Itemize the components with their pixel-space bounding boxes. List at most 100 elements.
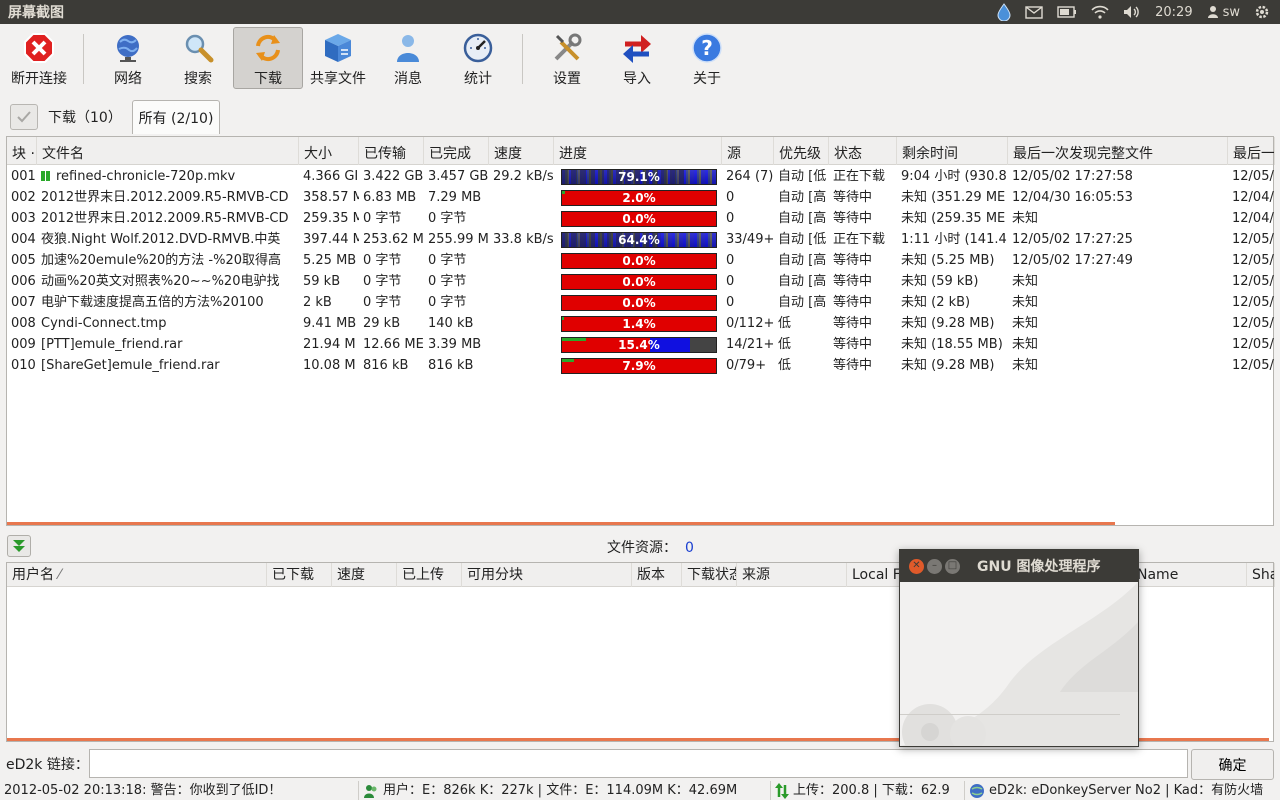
tools-icon <box>550 31 584 65</box>
minimize-icon[interactable]: – <box>927 558 942 574</box>
downloads-table: 块 · 文件名 大小 已传输 已完成 速度 进度源优先级 状态 剩余时间 最后一次发现完整文件 最后… <box>6 136 1275 526</box>
top-panel: 屏幕截图 20:29 sw <box>0 0 1280 24</box>
gimp-splash <box>900 582 1138 746</box>
progress-bar: 0.0% <box>561 295 717 311</box>
settings-button[interactable]: 设置 <box>532 27 602 89</box>
col-username-header[interactable]: 用户名 ⁄ <box>7 563 267 587</box>
remaining-cell: 未知 (5.25 MB) <box>901 253 995 268</box>
disconnect-button[interactable]: 断开连接 <box>4 27 74 89</box>
col-filename-header[interactable]: 文件名 <box>37 137 299 165</box>
remaining-cell: 1:11 小时 (141.4 <box>901 232 1007 247</box>
gauge-icon <box>461 31 495 65</box>
search-button[interactable]: 搜索 <box>163 27 233 89</box>
progress-bar: 2.0% <box>561 190 717 206</box>
col-speed-header[interactable]: 速度 <box>489 137 554 165</box>
table-row[interactable]: 004 夜狼.Night Wolf.2012.DVD-RMVB.中英 397.44 … <box>7 229 1274 250</box>
ed2k-link-input[interactable] <box>89 749 1188 778</box>
col-name-header[interactable]: Name <box>1132 563 1247 587</box>
statistics-label: 统计 <box>464 71 492 87</box>
gimp-titlebar[interactable]: ✕ – □ GNU 图像处理程序 <box>900 550 1138 582</box>
table-row[interactable]: 009 [PTT]emule_friend.rar 21.94 M 12.66 ME 3… <box>7 334 1274 355</box>
statistics-button[interactable]: 统计 <box>443 27 513 89</box>
status-users-text: 用户：E：826k K：227k | 文件：E：114.09M K：42.69M <box>383 783 738 798</box>
table-row[interactable]: 007 电驴下载速度提高五倍的方法%20100 2 kB 0 字节 0 字节 0.0% 0 自… <box>7 292 1274 313</box>
col-remaining-header[interactable]: 剩余时间 <box>897 137 1008 165</box>
table-row[interactable]: 006 动画%20英文对照表%20~~%20电驴找 59 kB 0 字节 0 字节 0.0… <box>7 271 1274 292</box>
clock[interactable]: 20:29 <box>1155 5 1192 20</box>
window-title: 屏幕截图 <box>8 5 64 21</box>
tab-all-label: 所有 (2/10) <box>138 110 214 127</box>
table-row[interactable]: 002 2012世界末日.2012.2009.R5-RMVB-CD 358.57 M… <box>7 187 1274 208</box>
users-icon <box>364 784 377 798</box>
size-cell: 9.41 MB <box>303 316 357 331</box>
col-block-header[interactable]: 块 · <box>7 137 37 165</box>
user-icon <box>1207 6 1218 18</box>
table-row[interactable]: 010 [ShareGet]emule_friend.rar 10.08 M 816 … <box>7 355 1274 376</box>
user-menu[interactable]: sw <box>1207 5 1240 20</box>
maximize-icon[interactable]: □ <box>945 558 960 574</box>
network-globe-icon <box>970 783 984 798</box>
speed-cell <box>489 187 554 208</box>
col-completed-header[interactable]: 已完成 <box>424 137 489 165</box>
filename-cell: [PTT]emule_friend.rar <box>41 337 183 352</box>
downloads-button[interactable]: 下载 <box>233 27 303 89</box>
completed-cell: 816 kB <box>428 358 474 373</box>
col-last-complete-header[interactable]: 最后一次发现完整文件 <box>1008 137 1228 165</box>
network-button[interactable]: 网络 <box>93 27 163 89</box>
drop-icon[interactable] <box>997 3 1011 21</box>
last-complete-cell: 12/04/30 16:05:53 <box>1012 190 1133 205</box>
confirm-button[interactable]: 确定 <box>1191 749 1274 780</box>
import-label: 导入 <box>623 71 651 87</box>
shared-box-icon <box>321 31 355 65</box>
col-last-header[interactable]: 最后一 <box>1228 137 1275 165</box>
size-cell: 397.44 M <box>303 232 359 247</box>
gimp-window[interactable]: ✕ – □ GNU 图像处理程序 <box>899 549 1139 747</box>
sources-cell: 0/79+ <box>726 358 767 373</box>
transferred-cell: 29 kB <box>363 316 401 331</box>
table-row[interactable]: 003 2012世界末日.2012.2009.R5-RMVB-CD 259.35 M… <box>7 208 1274 229</box>
block-cell: 003 <box>11 211 36 226</box>
col-progress-header[interactable]: 进度 <box>554 137 722 165</box>
about-button[interactable]: ? 关于 <box>672 27 742 89</box>
col-speed-header[interactable]: 速度 <box>332 563 397 587</box>
toggle-sources-button[interactable] <box>7 535 31 557</box>
gear-icon[interactable] <box>1254 4 1270 20</box>
col-transferred-header[interactable]: 已传输 <box>359 137 424 165</box>
shared-files-button[interactable]: 共享文件 <box>303 27 373 89</box>
col-downloaded-header[interactable]: 已下载 <box>267 563 332 587</box>
transferred-cell: 253.62 M <box>363 232 424 247</box>
status-network-text: eD2k: eDonkeyServer No2 | Kad：有防火墙 <box>989 783 1264 798</box>
col-uploaded-header[interactable]: 已上传 <box>397 563 462 587</box>
checkmark-icon[interactable] <box>10 104 38 130</box>
horizontal-scroll-indicator[interactable] <box>7 522 1115 525</box>
col-status-header[interactable]: 状态 <box>829 137 897 165</box>
import-button[interactable]: 导入 <box>602 27 672 89</box>
tab-all[interactable]: 所有 (2/10) <box>132 100 220 134</box>
wifi-icon[interactable] <box>1091 5 1109 19</box>
status-cell: 等待中 <box>833 295 873 310</box>
close-icon[interactable]: ✕ <box>909 558 924 574</box>
col-size-header[interactable]: 大小 <box>299 137 359 165</box>
col-source-header[interactable]: 来源 <box>737 563 847 587</box>
filename-cell: 2012世界末日.2012.2009.R5-RMVB-CD <box>41 190 289 205</box>
col-sources-header[interactable]: 源 <box>722 137 774 165</box>
col-available-parts-header[interactable]: 可用分块 <box>462 563 632 587</box>
volume-icon[interactable] <box>1123 5 1141 19</box>
messages-button[interactable]: 消息 <box>373 27 443 89</box>
filename-cell: 电驴下载速度提高五倍的方法%20100 <box>41 295 264 310</box>
mail-icon[interactable] <box>1025 5 1043 19</box>
status-cell: 等待中 <box>833 358 873 373</box>
completed-cell: 7.29 MB <box>428 190 482 205</box>
table-row[interactable]: 001 refined-chronicle-720p.mkv 4.366 GI 3.4… <box>7 166 1274 187</box>
completed-cell: 3.457 GB <box>428 169 489 184</box>
transferred-cell: 816 kB <box>363 358 409 373</box>
block-cell: 009 <box>11 337 36 352</box>
table-row[interactable]: 005 加速%20emule%20的方法 -%20取得高 5.25 MB 0 字节 0 … <box>7 250 1274 271</box>
table-row[interactable]: 008 Cyndi-Connect.tmp 9.41 MB 29 kB 140 kB 1.… <box>7 313 1274 334</box>
col-download-state-header[interactable]: 下载状态 <box>682 563 737 587</box>
col-version-header[interactable]: 版本 <box>632 563 682 587</box>
tab-downloads[interactable]: 下载（10） <box>10 100 128 134</box>
battery-icon[interactable] <box>1057 6 1077 18</box>
col-priority-header[interactable]: 优先级 <box>774 137 829 165</box>
col-shared-header[interactable]: Sha <box>1247 563 1275 587</box>
